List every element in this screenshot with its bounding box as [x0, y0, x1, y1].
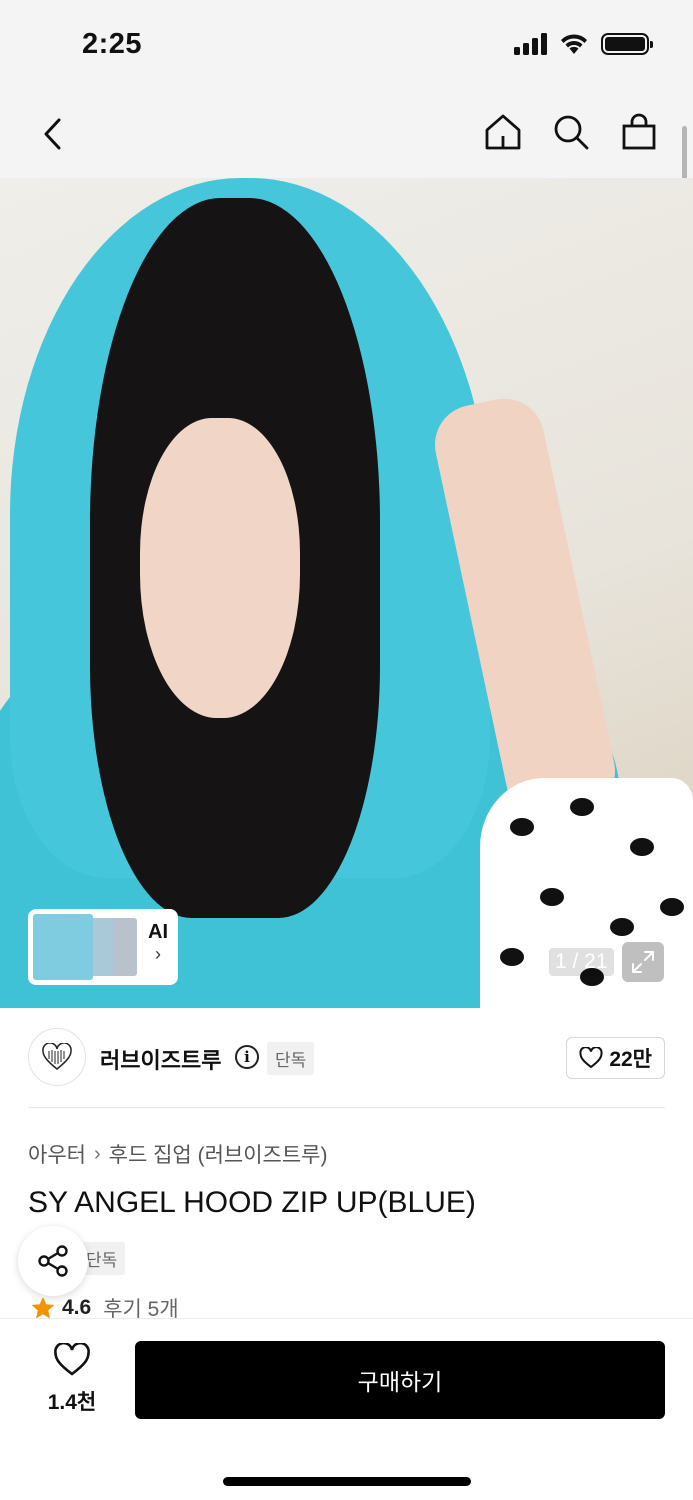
ai-similar-card[interactable]: AI ›: [28, 909, 178, 985]
search-icon: [554, 115, 589, 150]
info-icon[interactable]: i: [235, 1045, 259, 1069]
rating-score: 4.6: [62, 1298, 92, 1318]
chevron-right-icon: ›: [155, 944, 161, 964]
wishlist-count: 1.4천: [47, 1391, 97, 1414]
review-count[interactable]: 후기 5개: [103, 1298, 178, 1318]
expand-icon: [632, 951, 654, 973]
cart-button[interactable]: [619, 110, 659, 154]
nav-actions: [483, 110, 659, 154]
heart-icon: [579, 1047, 603, 1069]
wishlist-button[interactable]: 1.4천: [36, 1341, 108, 1417]
rating-row[interactable]: 4.6 후기 5개: [30, 1298, 179, 1318]
home-icon: [485, 114, 521, 150]
home-button[interactable]: [483, 110, 523, 154]
product-title: SY ANGEL HOOD ZIP UP(BLUE): [28, 1186, 476, 1219]
exclusive-badge: 단독: [267, 1042, 315, 1075]
brand-logo[interactable]: [28, 1028, 86, 1086]
brand-like-button[interactable]: 22만: [566, 1037, 665, 1079]
breadcrumb: 아우터 › 후드 집업 (러브이즈트루): [28, 1139, 328, 1169]
back-button[interactable]: [32, 112, 72, 156]
bottom-action-bar: 1.4천 구매하기: [0, 1318, 693, 1500]
heart-logo-icon: [42, 1043, 72, 1070]
battery-icon: [601, 33, 653, 55]
heart-icon: [54, 1341, 90, 1376]
search-button[interactable]: [551, 110, 591, 154]
expand-button[interactable]: [622, 942, 664, 982]
star-icon: [31, 1298, 55, 1318]
thumbnail-stack: [33, 914, 137, 980]
status-bar: 2:25: [0, 0, 693, 90]
wifi-icon: [561, 34, 587, 54]
home-indicator: [223, 1477, 471, 1486]
status-time: 2:25: [82, 28, 143, 60]
product-image[interactable]: AI › 1 / 21: [0, 178, 693, 1008]
chevron-right-icon: ›: [93, 1142, 101, 1165]
image-page-counter: 1 / 21: [549, 948, 614, 976]
chevron-left-icon: [44, 118, 61, 150]
shopping-bag-icon: [622, 113, 656, 150]
share-icon: [38, 1245, 68, 1277]
signal-icon: [514, 33, 547, 55]
brand-name[interactable]: 러브이즈트루: [100, 1043, 221, 1075]
ai-label: AI: [148, 921, 168, 943]
share-button[interactable]: [18, 1226, 88, 1296]
status-icons: [514, 33, 653, 55]
brand-like-count: 22만: [609, 1048, 652, 1071]
buy-button[interactable]: 구매하기: [135, 1341, 665, 1419]
brand-row: 러브이즈트루 i 단독 22만: [28, 1028, 665, 1086]
breadcrumb-subcategory[interactable]: 후드 집업 (러브이즈트루): [109, 1139, 328, 1169]
divider: [28, 1107, 665, 1108]
nav-bar: [0, 90, 693, 178]
breadcrumb-category[interactable]: 아우터: [28, 1139, 86, 1169]
